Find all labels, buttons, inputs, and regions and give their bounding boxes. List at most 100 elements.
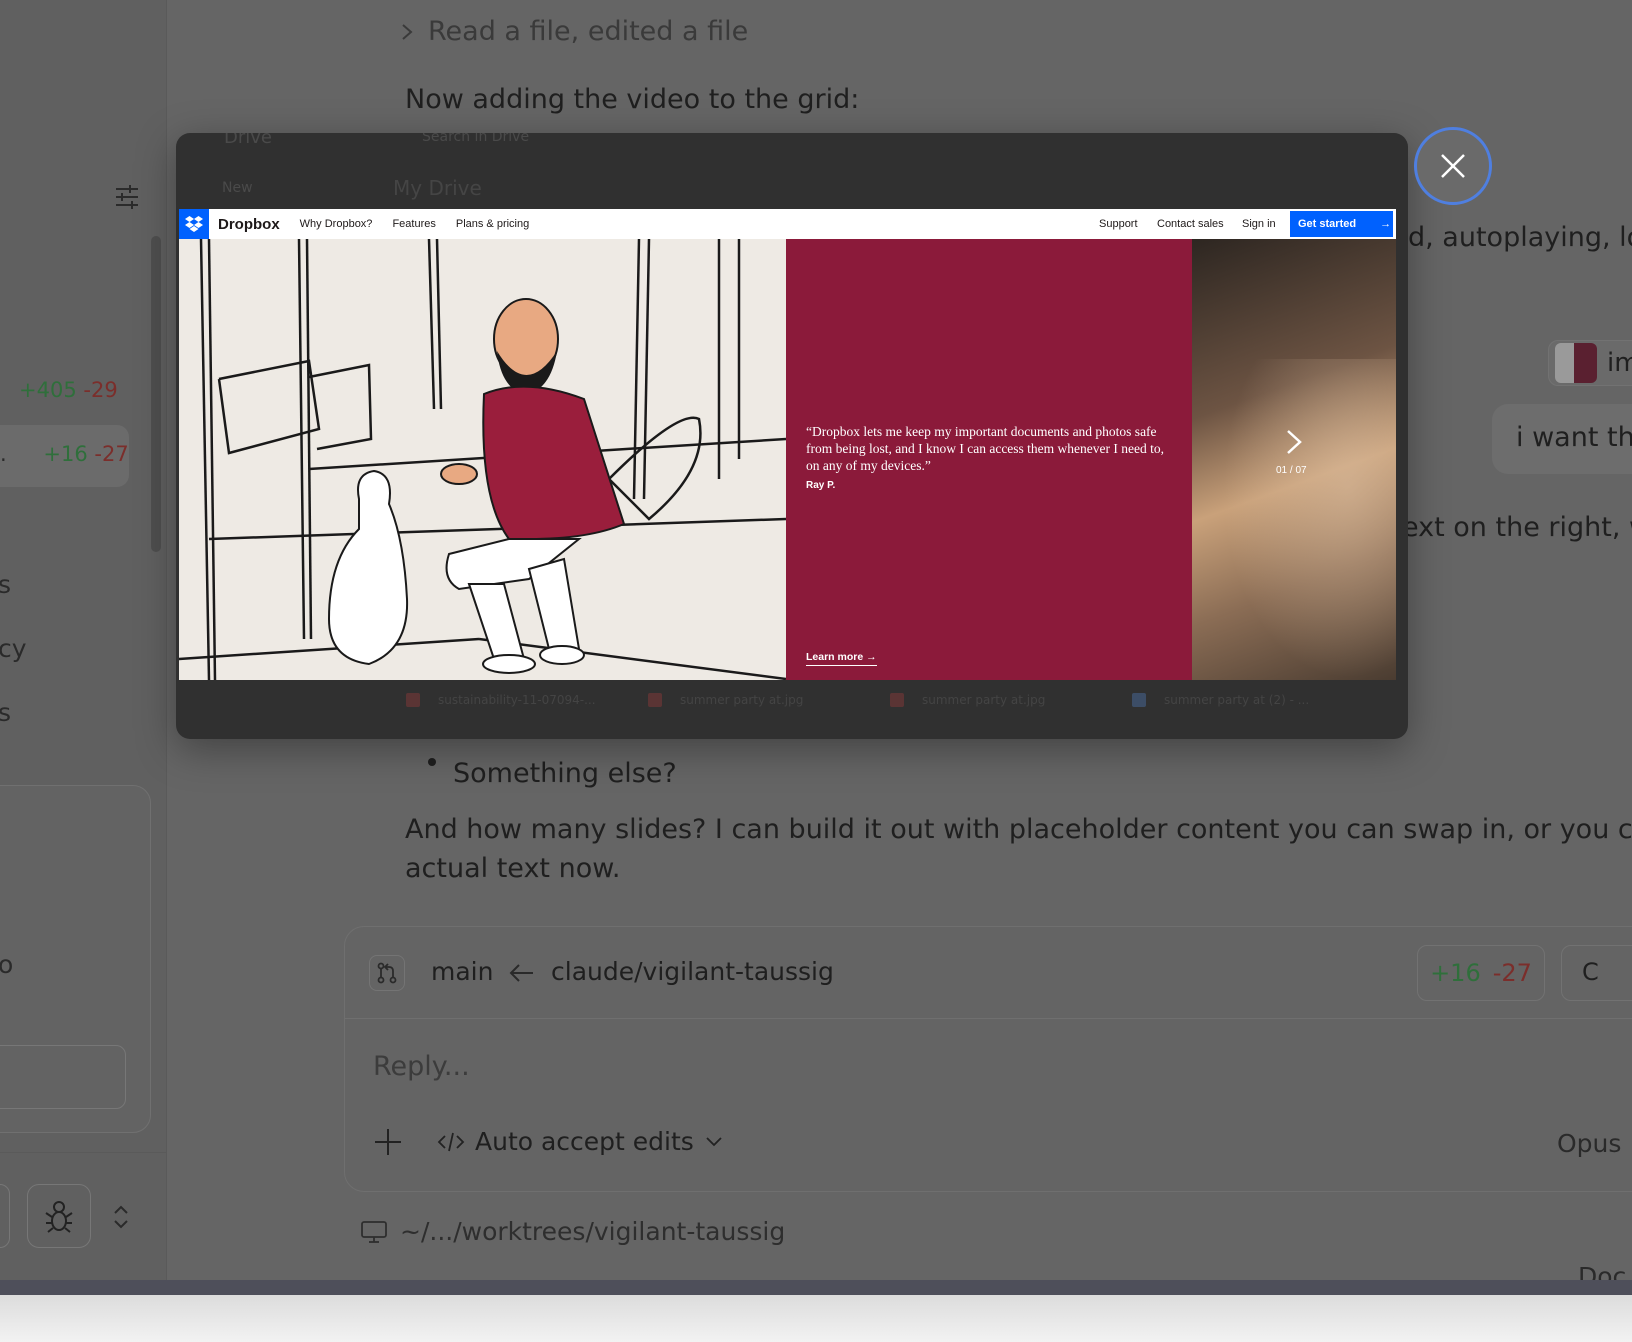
image-file-icon — [890, 693, 904, 707]
close-preview-button[interactable] — [1414, 127, 1492, 205]
drive-search: Search in Drive — [422, 133, 530, 145]
drive-file-name: sustainability-11-07094-... — [438, 693, 596, 707]
drive-title: My Drive — [393, 176, 482, 200]
worktree-path[interactable]: ~/.../worktrees/vigilant-taussig — [360, 1217, 785, 1246]
head-branch: claude/vigilant-taussig — [551, 957, 834, 986]
drive-file-item: summer party at (2) - ... — [1132, 693, 1309, 707]
sidebar-item-cut[interactable]: cy — [0, 634, 27, 663]
screenshot-image: Dropbox Why Dropbox? Features Plans & pr… — [179, 209, 1396, 680]
window-shadow — [0, 1295, 1632, 1342]
sidebar-scrollbar[interactable] — [151, 236, 161, 552]
image-file-icon — [648, 693, 662, 707]
diff-deletions: -27 — [1492, 959, 1532, 987]
assistant-text-cut: d, autoplaying, loo — [1408, 222, 1632, 253]
drive-file-name: summer party at (2) - ... — [1164, 693, 1310, 707]
assistant-text: Now adding the video to the grid: — [405, 84, 860, 115]
assistant-paragraph: actual text now. — [405, 853, 621, 884]
drive-file-item: sustainability-11-07094-... — [406, 693, 596, 707]
sliders-icon[interactable] — [114, 184, 140, 210]
tool-summary[interactable]: Read a file, edited a file — [400, 16, 748, 47]
model-selector[interactable]: Opus — [1557, 1129, 1621, 1158]
window-bottom-bar — [0, 1280, 1632, 1295]
sidebar: +405 -29 . +16 -27 s cy s o — [0, 0, 167, 1280]
dropbox-logo-icon — [179, 209, 209, 239]
bullet-marker — [428, 758, 436, 766]
diff-additions: +405 — [19, 378, 77, 402]
base-branch: main — [431, 957, 494, 986]
reply-input[interactable]: Reply... — [373, 1051, 470, 1082]
drive-new-button: New — [222, 180, 253, 196]
testimonial-author: Ray P. — [806, 480, 836, 491]
illustration-man-with-dog — [179, 239, 786, 680]
assistant-paragraph: And how many slides? I can build it out … — [405, 814, 1632, 845]
bug-icon — [45, 1201, 73, 1233]
nav-link-why: Why Dropbox? — [299, 218, 373, 230]
nav-link-pricing: Plans & pricing — [455, 218, 530, 230]
diff-deletions: -29 — [83, 378, 118, 402]
session-title-cut: . — [0, 442, 7, 466]
auto-accept-dropdown[interactable]: Auto accept edits — [437, 1127, 724, 1156]
create-pr-button[interactable]: C — [1561, 945, 1632, 1001]
chevron-down-icon — [706, 1136, 722, 1146]
hero-photo: 01 / 07 — [1192, 239, 1396, 680]
git-branch-icon — [377, 962, 397, 984]
testimonial-panel: “Dropbox lets me keep my important docum… — [786, 239, 1192, 680]
sidebar-item-cut: o — [0, 950, 13, 979]
monitor-icon — [361, 1220, 387, 1243]
worktree-path-text: ~/.../worktrees/vigilant-taussig — [400, 1217, 786, 1246]
assistant-text-cut: ext on the right, w — [1402, 512, 1632, 543]
attachment-label: im — [1607, 348, 1632, 378]
image-preview-modal: Drive Search in Drive New My Drive Dropb… — [176, 133, 1408, 739]
sidebar-button-cut[interactable] — [0, 1184, 10, 1248]
drive-file-name: summer party at.jpg — [922, 693, 1046, 707]
learn-more-label: Learn more — [806, 651, 864, 663]
image-file-icon — [1132, 693, 1146, 707]
sidebar-divider — [0, 1152, 166, 1153]
close-icon — [1441, 154, 1465, 178]
git-branch-button[interactable] — [369, 955, 405, 991]
code-icon — [437, 1132, 465, 1151]
hero-illustration — [179, 239, 786, 680]
attachment-thumbnail — [1555, 343, 1597, 383]
drive-file-item: summer party at.jpg — [890, 693, 1045, 707]
dropbox-nav: Dropbox Why Dropbox? Features Plans & pr… — [179, 209, 1396, 239]
sidebar-session-diff[interactable]: +405 -29 — [19, 378, 118, 402]
sidebar-item-cut[interactable]: s — [0, 570, 11, 599]
testimonial-quote: “Dropbox lets me keep my important docum… — [806, 424, 1165, 473]
arrow-left-icon — [509, 964, 533, 982]
dropbox-brand: Dropbox — [218, 215, 280, 233]
drive-file-name: summer party at.jpg — [680, 693, 804, 707]
sidebar-active-session-diff: . +16 -27 — [0, 442, 129, 466]
chevron-right-icon — [402, 23, 413, 40]
debug-button[interactable] — [27, 1184, 91, 1248]
diff-additions: +16 — [43, 442, 88, 466]
nav-link-signin: Sign in — [1242, 218, 1276, 230]
tool-summary-text: Read a file, edited a file — [428, 16, 749, 47]
drive-app-name: Drive — [224, 133, 272, 148]
composer: main claude/vigilant-taussig +16 -27 C R… — [344, 926, 1632, 1192]
bullet-item: Something else? — [453, 758, 677, 789]
drive-file-item: summer party at.jpg — [648, 693, 803, 707]
get-started-label: Get started — [1298, 218, 1357, 230]
photo-blur — [1222, 359, 1396, 679]
sidebar-item-cut[interactable]: s — [0, 698, 11, 727]
hero-section: “Dropbox lets me keep my important docum… — [179, 239, 1396, 680]
plus-icon[interactable] — [373, 1127, 403, 1157]
nav-link-features: Features — [392, 218, 436, 230]
diff-deletions: -27 — [94, 442, 129, 466]
sidebar-input[interactable] — [0, 1045, 126, 1109]
slide-counter: 01 / 07 — [1276, 465, 1307, 476]
diff-additions: +16 — [1430, 959, 1481, 987]
get-started-button: Get started → — [1290, 211, 1393, 237]
diff-stats-button[interactable]: +16 -27 — [1417, 945, 1545, 1001]
image-file-icon — [406, 693, 420, 707]
attachment-chip[interactable]: im — [1548, 340, 1632, 386]
branch-bar: main claude/vigilant-taussig +16 -27 C — [345, 927, 1632, 1019]
arrow-right-icon: → — [866, 651, 877, 663]
learn-more-link: Learn more → — [806, 651, 877, 666]
drive-file-row: sustainability-11-07094-... summer party… — [176, 679, 1408, 739]
user-message: i want thi — [1492, 404, 1632, 474]
chevron-updown-icon[interactable] — [111, 1202, 131, 1232]
bottom-cut-text: Doc — [1578, 1262, 1627, 1280]
chevron-right-icon — [1287, 430, 1302, 454]
